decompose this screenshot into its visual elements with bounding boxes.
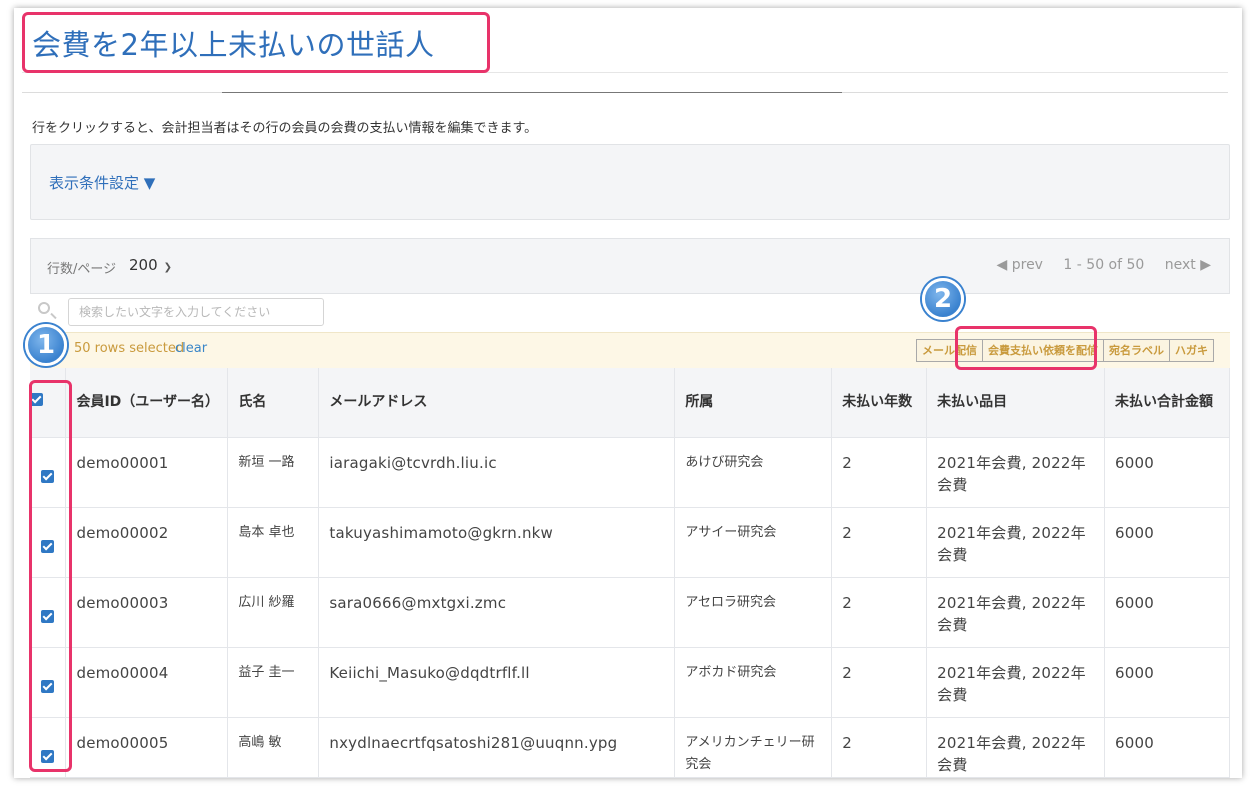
chevron-down-icon: ❯ — [163, 262, 173, 273]
step-2-badge: 2 — [922, 278, 964, 320]
member-org: アセロラ研究会 — [674, 577, 833, 648]
member-name: 益子 圭一 — [227, 647, 320, 718]
clear-selection-link[interactable]: clear — [175, 341, 207, 356]
unpaid-amount: 6000 — [1104, 647, 1230, 718]
rows-per-page-select[interactable]: 200 ❯ — [129, 256, 172, 274]
table-row[interactable]: demo00004 益子 圭一 Keiichi_Masuko@dqdtrflf.… — [30, 647, 1230, 718]
member-id: demo00001 — [65, 437, 229, 508]
table-row[interactable]: demo00003 広川 紗羅 sara0666@mxtgxi.zmc アセロラ… — [30, 577, 1230, 648]
unpaid-items: 2021年会費, 2022年会費 — [926, 437, 1105, 508]
member-email: nxydlnaecrtfqsatoshi281@uuqnn.ypg — [318, 717, 676, 778]
grid-toolbar: 行数/ページ 200 ❯ ◀ prev 1 - 50 of 50 next ▶ — [30, 238, 1230, 294]
member-org: アメリカンチェリー研究会 — [674, 717, 833, 778]
unpaid-items: 2021年会費, 2022年会費 — [926, 717, 1105, 778]
instruction-text: 行をクリックすると、会計担当者はその行の会員の会費の支払い情報を編集できます。 — [32, 121, 538, 136]
unpaid-amount: 6000 — [1104, 717, 1230, 778]
payment-request-button-highlight — [955, 326, 1097, 370]
table-header-row: 会員ID（ユーザー名） 氏名 メールアドレス 所属 未払い年数 未払い品目 未払… — [30, 368, 1230, 438]
unpaid-years: 2 — [831, 647, 928, 718]
unpaid-amount: 6000 — [1104, 437, 1230, 508]
table-row[interactable]: demo00001 新垣 一路 iaragaki@tcvrdh.liu.ic あ… — [30, 437, 1230, 508]
member-email: iaragaki@tcvrdh.liu.ic — [318, 437, 676, 508]
column-header[interactable]: メールアドレス — [318, 368, 676, 438]
member-org: あけび研究会 — [674, 437, 833, 508]
rows-per-page-value: 200 — [129, 256, 158, 274]
member-org: アサイー研究会 — [674, 507, 833, 578]
address-label-button[interactable]: 宛名ラベル — [1103, 339, 1170, 362]
column-header[interactable]: 未払い品目 — [926, 368, 1105, 438]
unpaid-years: 2 — [831, 437, 928, 508]
next-button[interactable]: next ▶ — [1165, 257, 1211, 273]
member-email: takuyashimamoto@gkrn.nkw — [318, 507, 676, 578]
step-1-badge: 1 — [25, 324, 67, 366]
column-header[interactable]: 氏名 — [227, 368, 320, 438]
member-id: demo00003 — [65, 577, 229, 648]
search-input[interactable] — [68, 298, 324, 326]
checkbox-column-highlight — [29, 380, 72, 772]
divider — [22, 92, 1228, 93]
table-row[interactable]: demo00002 島本 卓也 takuyashimamoto@gkrn.nkw… — [30, 507, 1230, 578]
member-email: Keiichi_Masuko@dqdtrflf.ll — [318, 647, 676, 718]
rows-per-page-label: 行数/ページ — [47, 262, 117, 277]
unpaid-items: 2021年会費, 2022年会費 — [926, 647, 1105, 718]
column-header[interactable]: 未払い年数 — [831, 368, 928, 438]
selected-count: 50 rows selected — [74, 341, 185, 356]
members-table: 会員ID（ユーザー名） 氏名 メールアドレス 所属 未払い年数 未払い品目 未払… — [30, 368, 1230, 778]
unpaid-amount: 6000 — [1104, 507, 1230, 578]
pager: ◀ prev 1 - 50 of 50 next ▶ — [981, 257, 1211, 273]
member-id: demo00005 — [65, 717, 229, 778]
member-name: 高嶋 敏 — [227, 717, 320, 778]
member-org: アボカド研究会 — [674, 647, 833, 718]
postcard-button[interactable]: ハガキ — [1169, 339, 1214, 362]
filter-toggle[interactable]: 表示条件設定 ▼ — [49, 172, 155, 193]
column-header[interactable]: 会員ID（ユーザー名） — [65, 368, 229, 438]
unpaid-items: 2021年会費, 2022年会費 — [926, 577, 1105, 648]
member-id: demo00004 — [65, 647, 229, 718]
member-name: 島本 卓也 — [227, 507, 320, 578]
unpaid-amount: 6000 — [1104, 577, 1230, 648]
prev-button[interactable]: ◀ prev — [997, 257, 1043, 273]
member-name: 広川 紗羅 — [227, 577, 320, 648]
unpaid-years: 2 — [831, 717, 928, 778]
column-header[interactable]: 所属 — [674, 368, 833, 438]
unpaid-years: 2 — [831, 577, 928, 648]
pager-range: 1 - 50 of 50 — [1063, 257, 1145, 273]
unpaid-years: 2 — [831, 507, 928, 578]
member-email: sara0666@mxtgxi.zmc — [318, 577, 676, 648]
search-icon — [38, 302, 50, 314]
table-row[interactable]: demo00005 高嶋 敏 nxydlnaecrtfqsatoshi281@u… — [30, 717, 1230, 778]
unpaid-items: 2021年会費, 2022年会費 — [926, 507, 1105, 578]
member-id: demo00002 — [65, 507, 229, 578]
column-header[interactable]: 未払い合計金額 — [1104, 368, 1230, 438]
title-highlight — [22, 12, 490, 73]
member-name: 新垣 一路 — [227, 437, 320, 508]
filter-panel: 表示条件設定 ▼ — [30, 144, 1230, 220]
